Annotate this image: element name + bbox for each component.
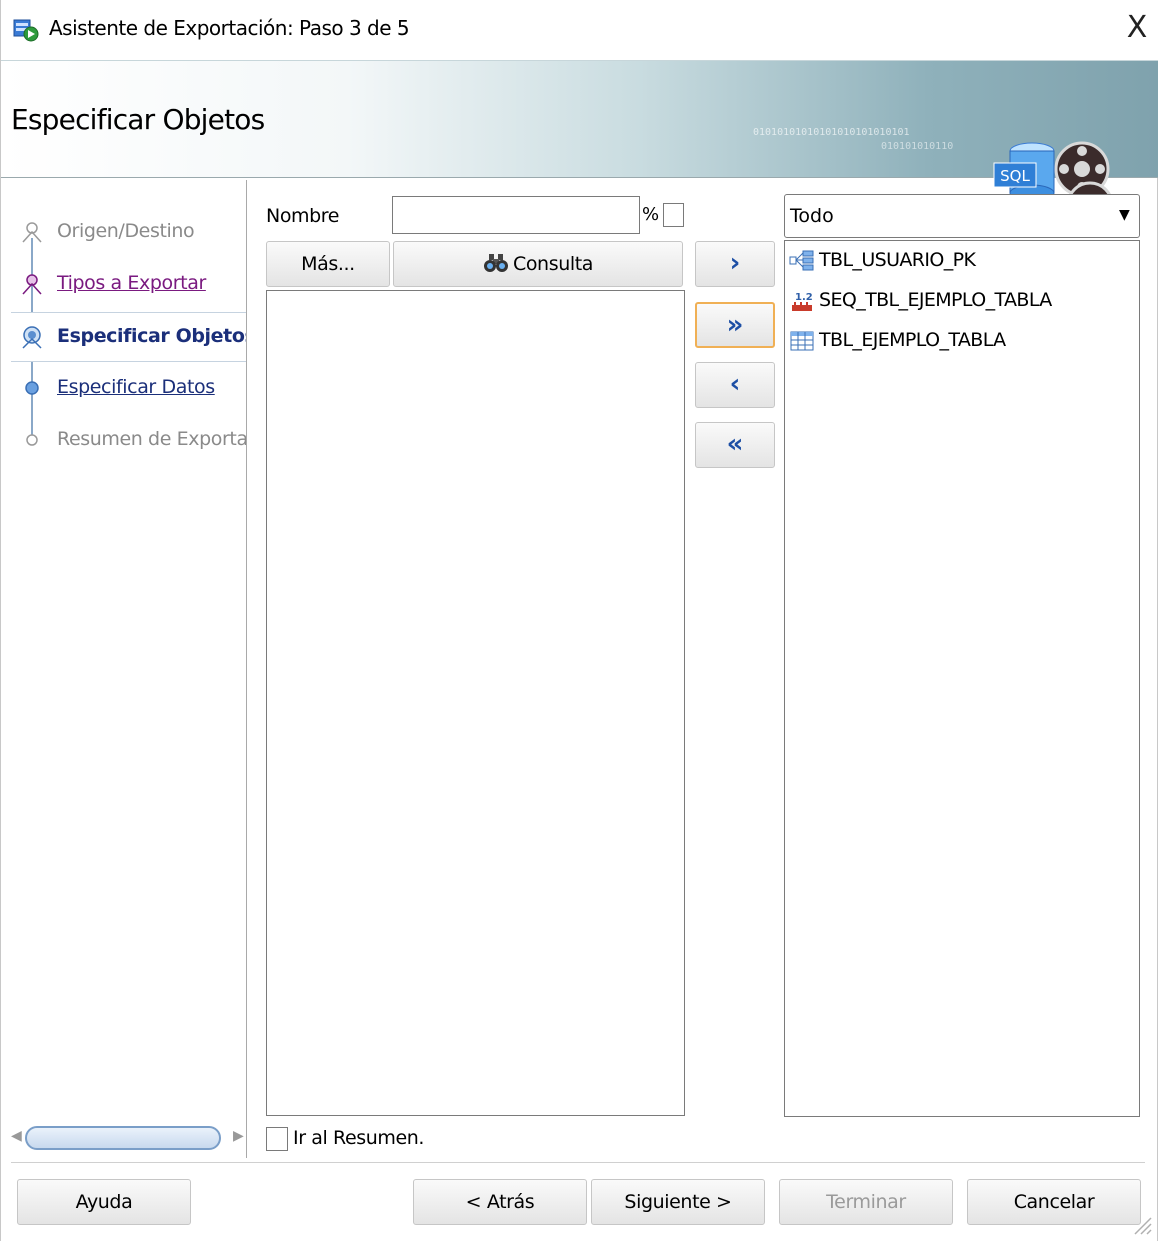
go-to-summary-checkbox[interactable] — [266, 1127, 288, 1151]
export-wizard-icon — [13, 19, 39, 42]
object-name: TBL_EJEMPLO_TABLA — [819, 329, 1006, 351]
window-title: Asistente de Exportación: Paso 3 de 5 — [49, 16, 410, 40]
binary-decoration-2: 010101010110 — [881, 141, 954, 152]
svg-text:1.2: 1.2 — [795, 292, 813, 303]
step-disabled-icon — [22, 222, 42, 243]
finish-button: Terminar — [779, 1179, 953, 1225]
step-label: Especificar Objetos — [57, 325, 247, 347]
nav-horizontal-scrollbar[interactable]: ◀ ▶ — [11, 1120, 247, 1156]
object-name: TBL_USUARIO_PK — [819, 249, 976, 271]
list-item[interactable]: TBL_EJEMPLO_TABLA — [785, 323, 1139, 359]
object-type-select[interactable]: Todo ▼ — [784, 194, 1140, 238]
step-disabled-icon — [26, 434, 38, 446]
title-bar: Asistente de Exportación: Paso 3 de 5 X — [1, 0, 1158, 60]
wildcard-label: % — [642, 204, 660, 225]
double-chevron-right-icon: » — [726, 310, 744, 340]
cancel-button[interactable]: Cancelar — [967, 1179, 1141, 1225]
list-item[interactable]: 1.2 SEQ_TBL_EJEMPLO_TABLA — [785, 283, 1139, 319]
step-label[interactable]: Tipos a Exportar — [57, 272, 206, 294]
step-tipos-a-exportar[interactable]: Tipos a Exportar — [11, 262, 246, 306]
go-to-summary-label[interactable]: Ir al Resumen. — [293, 1127, 424, 1149]
close-icon[interactable]: X — [1119, 10, 1155, 46]
page-title: Especificar Objetos — [11, 103, 265, 136]
binary-decoration: 01010101010101010101010101 — [753, 127, 910, 138]
step-visited-icon — [22, 274, 42, 295]
binoculars-icon — [483, 254, 508, 272]
name-filter-label: Nombre — [266, 205, 340, 227]
step-label: Resumen de Exportación — [57, 428, 247, 450]
name-filter-input[interactable] — [392, 196, 640, 234]
step-origen-destino: Origen/Destino — [11, 210, 246, 254]
back-button[interactable]: < Atrás — [413, 1179, 587, 1225]
step-label: Origen/Destino — [57, 220, 195, 242]
step-current-icon — [22, 326, 42, 349]
selected-objects-list[interactable]: TBL_USUARIO_PK 1.2 SEQ_TBL_EJEMPLO_TABLA… — [784, 240, 1140, 1117]
query-button-label: Consulta — [512, 253, 594, 275]
wizard-steps-nav: Origen/Destino Tipos a Exportar Especifi… — [11, 180, 247, 1158]
scroll-right-icon[interactable]: ▶ — [233, 1128, 244, 1144]
scrollbar-thumb[interactable] — [25, 1126, 221, 1150]
export-wizard-dialog: Asistente de Exportación: Paso 3 de 5 X … — [0, 0, 1158, 1241]
footer-divider — [11, 1162, 1145, 1163]
dropdown-arrow-icon: ▼ — [1119, 207, 1130, 223]
next-button[interactable]: Siguiente > — [591, 1179, 765, 1225]
move-all-right-button[interactable]: » — [695, 302, 775, 348]
chevron-right-icon: › — [729, 248, 741, 278]
list-item[interactable]: TBL_USUARIO_PK — [785, 243, 1139, 279]
help-button[interactable]: Ayuda — [17, 1179, 191, 1225]
more-button[interactable]: Más... — [266, 241, 390, 287]
scroll-left-icon[interactable]: ◀ — [11, 1128, 22, 1144]
step-pending-icon — [25, 381, 39, 395]
object-name: SEQ_TBL_EJEMPLO_TABLA — [819, 289, 1052, 311]
wildcard-checkbox[interactable] — [663, 203, 684, 227]
sequence-icon: 1.2 — [792, 292, 813, 311]
step-especificar-datos[interactable]: Especificar Datos — [11, 366, 246, 410]
step-label[interactable]: Especificar Datos — [57, 376, 215, 398]
double-chevron-left-icon: « — [726, 429, 744, 459]
resize-grip-icon[interactable] — [1129, 1212, 1153, 1236]
object-type-value: Todo — [790, 205, 834, 227]
available-objects-list[interactable] — [266, 290, 685, 1116]
move-all-left-button[interactable]: « — [695, 422, 775, 468]
index-icon — [789, 250, 814, 271]
sql-label: SQL — [1000, 167, 1030, 185]
step-especificar-objetos: Especificar Objetos — [11, 312, 247, 362]
move-selected-right-button[interactable]: › — [695, 241, 775, 287]
step-resumen-de-exportacion: Resumen de Exportación — [11, 418, 247, 462]
query-button[interactable]: Consulta — [393, 241, 683, 287]
chevron-left-icon: ‹ — [729, 369, 741, 399]
header-banner: Especificar Objetos 01010101010101010101… — [1, 60, 1158, 229]
move-selected-left-button[interactable]: ‹ — [695, 362, 775, 408]
table-icon — [790, 331, 814, 351]
